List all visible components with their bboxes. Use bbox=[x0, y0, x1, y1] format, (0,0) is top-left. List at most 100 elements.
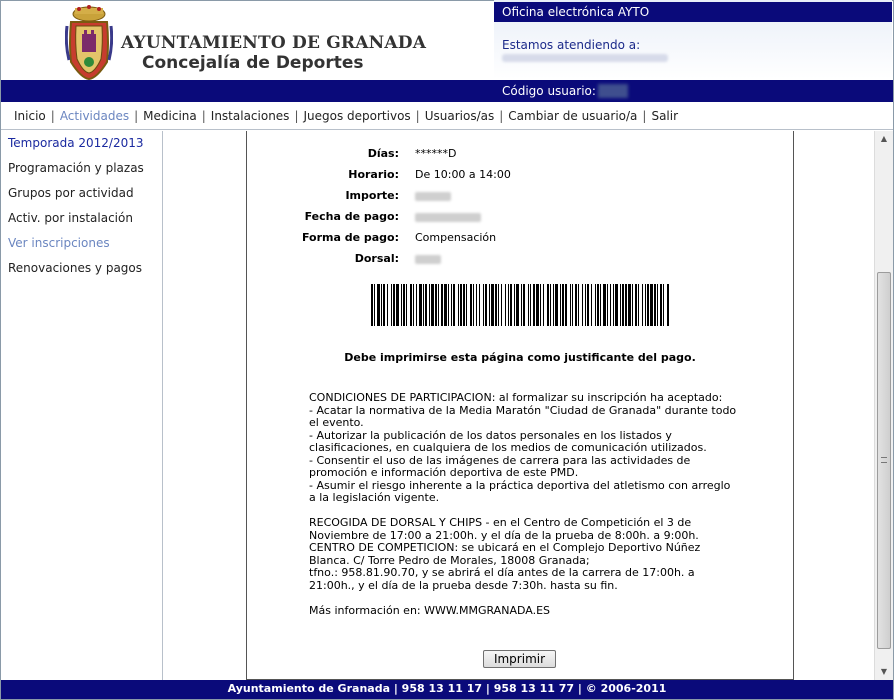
sidebar-item-activ-instalacion[interactable]: Activ. por instalación bbox=[1, 206, 162, 231]
barcode-bar bbox=[406, 284, 407, 326]
barcode-bar bbox=[463, 284, 465, 326]
barcode-bar bbox=[647, 284, 649, 326]
barcode-bar bbox=[610, 284, 611, 326]
barcode-bar bbox=[377, 284, 380, 326]
site-footer: Ayuntamiento de Granada | 958 13 11 17 |… bbox=[1, 680, 893, 699]
barcode-bar bbox=[585, 284, 586, 326]
sidebar-item-temporada[interactable]: Temporada 2012/2013 bbox=[1, 131, 162, 156]
barcode-bar bbox=[578, 284, 579, 326]
barcode-bar bbox=[667, 284, 669, 326]
barcode-bar bbox=[543, 284, 544, 326]
barcode-bar bbox=[607, 284, 608, 326]
field-label: Días: bbox=[367, 147, 399, 160]
field-dias: Días: ******D bbox=[247, 147, 793, 163]
barcode-bar bbox=[570, 284, 571, 326]
field-fecha-pago: Fecha de pago: bbox=[247, 210, 793, 226]
nav-item-medicina[interactable]: Medicina bbox=[138, 109, 202, 123]
sidebar-item-renovaciones[interactable]: Renovaciones y pagos bbox=[1, 256, 162, 281]
barcode-bar bbox=[501, 284, 502, 326]
barcode-bar bbox=[453, 284, 455, 326]
nav-item-instalaciones[interactable]: Instalaciones bbox=[206, 109, 295, 123]
barcode-bar bbox=[600, 284, 601, 326]
barcode-bar bbox=[479, 284, 480, 326]
barcode-bar bbox=[536, 284, 539, 326]
barcode-bar bbox=[391, 284, 392, 326]
attending-name-redacted bbox=[502, 54, 668, 62]
barcode-bar bbox=[491, 284, 494, 326]
field-value: ******D bbox=[415, 147, 457, 160]
nav-item-juegos-deportivos[interactable]: Juegos deportivos bbox=[298, 109, 415, 123]
barcode-bar bbox=[508, 284, 509, 326]
nav-item-salir[interactable]: Salir bbox=[646, 109, 683, 123]
barcode-bar bbox=[387, 284, 388, 326]
barcode-bar bbox=[597, 284, 599, 326]
barcode-bar bbox=[528, 284, 529, 326]
barcode-bar bbox=[572, 284, 573, 326]
barcode-bar bbox=[521, 284, 522, 326]
barcode-bar bbox=[435, 284, 437, 326]
barcode-bar bbox=[429, 284, 430, 326]
site-title-line2: Concejalía de Deportes bbox=[142, 53, 364, 73]
barcode-bar bbox=[657, 284, 658, 326]
barcode-bar bbox=[632, 284, 633, 326]
sidebar-item-grupos[interactable]: Grupos por actividad bbox=[1, 181, 162, 206]
barcode-bar bbox=[562, 284, 564, 326]
field-value-redacted bbox=[415, 213, 481, 222]
field-dorsal: Dorsal: bbox=[247, 252, 793, 268]
barcode-bar bbox=[533, 284, 535, 326]
nav-item-actividades[interactable]: Actividades bbox=[55, 109, 134, 123]
barcode-bar bbox=[523, 284, 525, 326]
sidebar-item-programacion[interactable]: Programación y plazas bbox=[1, 156, 162, 181]
scroll-thumb[interactable] bbox=[877, 272, 891, 649]
nav-item-usuarios[interactable]: Usuarios/as bbox=[420, 109, 500, 123]
barcode-bar bbox=[448, 284, 449, 326]
barcode-bar bbox=[473, 284, 474, 326]
barcode-bar bbox=[505, 284, 506, 326]
barcode-bar bbox=[498, 284, 499, 326]
field-label: Dorsal: bbox=[354, 252, 399, 265]
barcode-bar bbox=[603, 284, 606, 326]
office-label: Oficina electrónica AYTO bbox=[494, 2, 892, 22]
print-button[interactable]: Imprimir bbox=[483, 650, 556, 668]
barcode-bar bbox=[516, 284, 519, 326]
user-code-label: Código usuario: bbox=[502, 84, 596, 98]
barcode-bar bbox=[628, 284, 631, 326]
barcode-bar bbox=[495, 284, 497, 326]
nav-item-cambiar-usuario[interactable]: Cambiar de usuario/a bbox=[503, 109, 642, 123]
main-nav: Inicio | Actividades | Medicina | Instal… bbox=[1, 102, 893, 130]
barcode-image bbox=[371, 284, 669, 326]
barcode-bar bbox=[470, 284, 472, 326]
barcode-bar bbox=[438, 284, 439, 326]
barcode-bar bbox=[425, 284, 427, 326]
barcode-bar bbox=[620, 284, 621, 326]
barcode-bar bbox=[555, 284, 558, 326]
barcode-bar bbox=[622, 284, 624, 326]
barcode-bar bbox=[381, 284, 382, 326]
site-title-line1: AYUNTAMIENTO DE GRANADA bbox=[121, 33, 427, 53]
field-value: Compensación bbox=[415, 231, 497, 244]
sidebar: Temporada 2012/2013 Programación y plaza… bbox=[1, 131, 163, 680]
barcode-bar bbox=[460, 284, 462, 326]
barcode-bar bbox=[645, 284, 646, 326]
scroll-up-arrow-icon[interactable]: ▲ bbox=[875, 131, 893, 147]
scroll-grip-icon bbox=[881, 457, 887, 463]
main-content: Días: ******D Horario: De 10:00 a 14:00 … bbox=[164, 131, 874, 680]
field-value-redacted bbox=[415, 255, 441, 264]
barcode-bar bbox=[393, 284, 395, 326]
barcode-bar bbox=[466, 284, 467, 326]
vertical-scrollbar[interactable]: ▲ ▼ bbox=[874, 131, 893, 680]
barcode-bar bbox=[625, 284, 627, 326]
barcode-bar bbox=[582, 284, 583, 326]
barcode-bar bbox=[650, 284, 653, 326]
scroll-down-arrow-icon[interactable]: ▼ bbox=[875, 664, 893, 680]
field-label: Fecha de pago: bbox=[304, 210, 399, 223]
attending-label: Estamos atendiendo a: bbox=[502, 38, 641, 52]
field-label: Importe: bbox=[345, 189, 399, 202]
sidebar-item-ver-inscripciones[interactable]: Ver inscripciones bbox=[1, 231, 162, 256]
nav-item-inicio[interactable]: Inicio bbox=[9, 109, 51, 123]
barcode-bar bbox=[423, 284, 424, 326]
barcode-bar bbox=[483, 284, 484, 326]
barcode-bar bbox=[403, 284, 405, 326]
barcode-bar bbox=[413, 284, 414, 326]
field-horario: Horario: De 10:00 a 14:00 bbox=[247, 168, 793, 184]
